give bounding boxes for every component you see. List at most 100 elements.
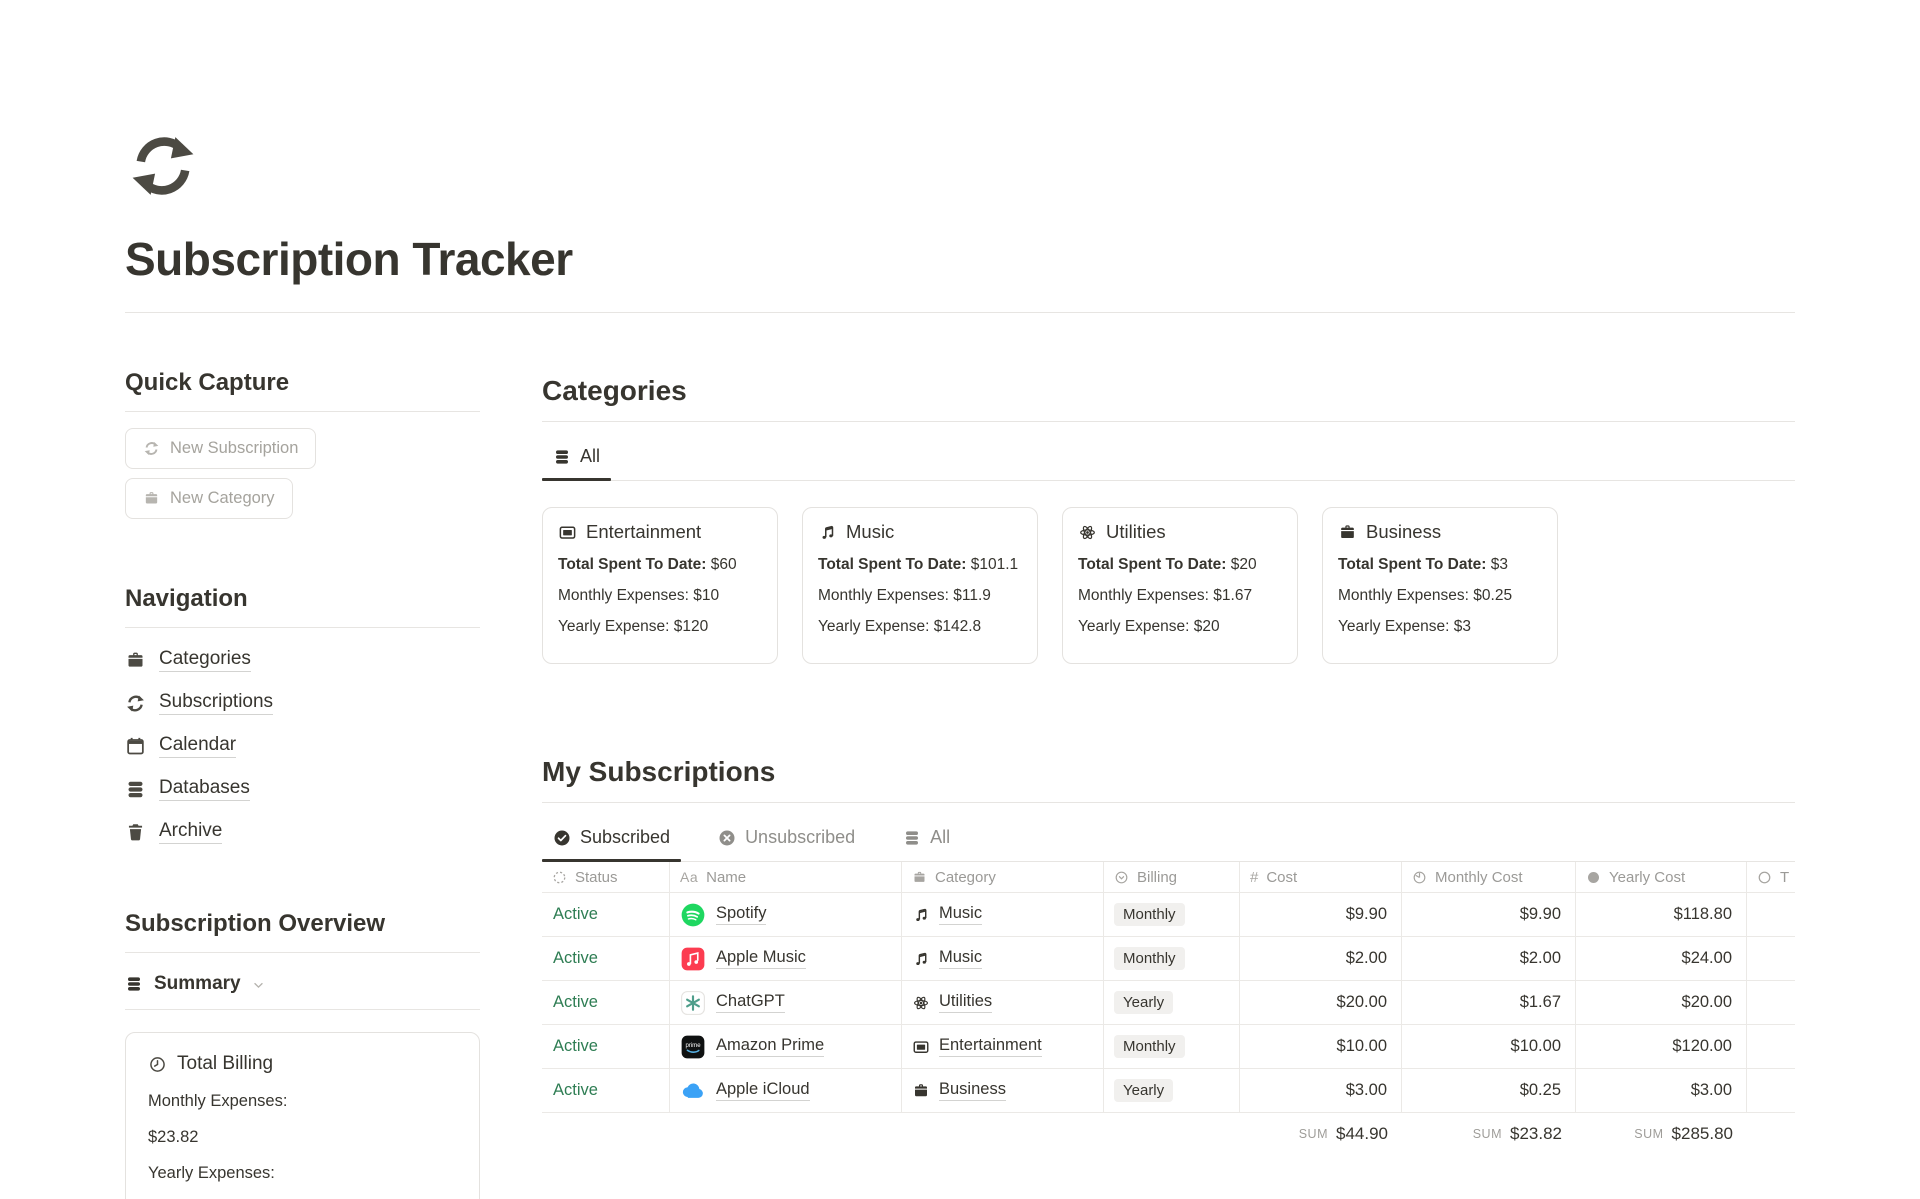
cost-sum[interactable]: SUM $44.90 — [1240, 1113, 1402, 1155]
billing-cell[interactable]: Yearly — [1104, 981, 1240, 1025]
sidebar-item-categories[interactable]: Categories — [125, 648, 480, 672]
subscription-name: Amazon Prime — [716, 1036, 824, 1057]
category-cell[interactable]: Utilities — [902, 981, 1104, 1025]
yearly-cost-cell[interactable]: $118.80 — [1576, 893, 1747, 937]
tab-label: Unsubscribed — [745, 827, 855, 848]
sidebar-item-archive[interactable]: Archive — [125, 820, 480, 844]
outline-circle-icon — [1757, 870, 1772, 885]
nav-label: Calendar — [159, 734, 236, 758]
yearly-cost-cell[interactable]: $20.00 — [1576, 981, 1747, 1025]
monthly-cost-cell[interactable]: $2.00 — [1402, 937, 1576, 981]
calendar-icon — [125, 736, 146, 757]
truncated-cell[interactable] — [1747, 1069, 1795, 1113]
column-header-monthly-cost[interactable]: Monthly Cost — [1402, 862, 1576, 893]
column-label: Name — [706, 869, 746, 886]
database-icon — [125, 779, 146, 800]
yearly-label: Yearly Expense: — [1338, 618, 1449, 635]
category-name: Business — [1366, 521, 1441, 543]
monthly-cost-cell[interactable]: $1.67 — [1402, 981, 1576, 1025]
truncated-cell[interactable] — [1747, 937, 1795, 981]
monthly-cost-cell[interactable]: $9.90 — [1402, 893, 1576, 937]
truncated-cell[interactable] — [1747, 893, 1795, 937]
music-icon — [912, 950, 930, 968]
nav-label: Archive — [159, 820, 222, 844]
category-card-business[interactable]: Business Total Spent To Date: $3 Monthly… — [1322, 507, 1558, 664]
nav-label: Databases — [159, 777, 250, 801]
status-cell[interactable]: Active — [542, 981, 670, 1025]
briefcase-icon — [912, 1082, 930, 1100]
truncated-cell[interactable] — [1747, 981, 1795, 1025]
column-header-status[interactable]: Status — [542, 862, 670, 893]
categories-heading: Categories — [542, 375, 1795, 407]
column-header-yearly-cost[interactable]: Yearly Cost — [1576, 862, 1747, 893]
subscription-name-cell[interactable]: Spotify — [670, 893, 902, 937]
tab-subscribed[interactable]: Subscribed — [542, 827, 681, 861]
billing-cell[interactable]: Monthly — [1104, 937, 1240, 981]
cost-cell[interactable]: $2.00 — [1240, 937, 1402, 981]
subscription-name-cell[interactable]: prime Amazon Prime — [670, 1025, 902, 1069]
category-card-music[interactable]: Music Total Spent To Date: $101.1 Monthl… — [802, 507, 1038, 664]
monthly-cost-cell[interactable]: $0.25 — [1402, 1069, 1576, 1113]
new-subscription-button[interactable]: New Subscription — [125, 428, 316, 469]
tab-all-categories[interactable]: All — [542, 446, 611, 480]
yearly-cost-sum[interactable]: SUM $285.80 — [1576, 1113, 1747, 1155]
category-cell[interactable]: Entertainment — [902, 1025, 1104, 1069]
yearly-cost-cell[interactable]: $24.00 — [1576, 937, 1747, 981]
sidebar-item-subscriptions[interactable]: Subscriptions — [125, 691, 480, 715]
sidebar-item-calendar[interactable]: Calendar — [125, 734, 480, 758]
monthly-value: $11.9 — [953, 587, 991, 604]
cost-cell[interactable]: $3.00 — [1240, 1069, 1402, 1113]
column-header-category[interactable]: Category — [902, 862, 1104, 893]
yearly-cost-cell[interactable]: $3.00 — [1576, 1069, 1747, 1113]
billing-cell[interactable]: Monthly — [1104, 1025, 1240, 1069]
monthly-expenses-value: $23.82 — [148, 1128, 457, 1147]
atom-icon — [912, 994, 930, 1012]
new-category-button[interactable]: New Category — [125, 478, 293, 519]
tab-label: All — [930, 827, 950, 848]
cost-cell[interactable]: $9.90 — [1240, 893, 1402, 937]
column-header-name[interactable]: Aa Name — [670, 862, 902, 893]
database-icon — [553, 448, 571, 466]
cost-cell[interactable]: $20.00 — [1240, 981, 1402, 1025]
refresh-icon — [143, 440, 160, 457]
truncated-cell[interactable] — [1747, 1025, 1795, 1069]
monthly-label: Monthly Expenses: — [1338, 587, 1469, 604]
monthly-value: $1.67 — [1213, 587, 1252, 604]
billing-cell[interactable]: Monthly — [1104, 893, 1240, 937]
status-cell[interactable]: Active — [542, 893, 670, 937]
cost-cell[interactable]: $10.00 — [1240, 1025, 1402, 1069]
column-header-cost[interactable]: # Cost — [1240, 862, 1402, 893]
subscription-name-cell[interactable]: ChatGPT — [670, 981, 902, 1025]
sum-label: SUM — [1634, 1127, 1663, 1141]
category-cell[interactable]: Music — [902, 937, 1104, 981]
subscription-overview-heading: Subscription Overview — [125, 910, 480, 938]
monthly-cost-sum[interactable]: SUM $23.82 — [1402, 1113, 1576, 1155]
category-card-utilities[interactable]: Utilities Total Spent To Date: $20 Month… — [1062, 507, 1298, 664]
subscription-name-cell[interactable]: Apple iCloud — [670, 1069, 902, 1113]
tab-all-subscriptions[interactable]: All — [892, 827, 961, 861]
summary-view-toggle[interactable]: Summary — [125, 973, 480, 1010]
tab-label: All — [580, 446, 600, 467]
category-name: Entertainment — [586, 521, 701, 543]
status-cell[interactable]: Active — [542, 1069, 670, 1113]
status-cell[interactable]: Active — [542, 1025, 670, 1069]
yearly-label: Yearly Expense: — [1078, 618, 1189, 635]
status-cell[interactable]: Active — [542, 937, 670, 981]
subscription-name-cell[interactable]: Apple Music — [670, 937, 902, 981]
nav-label: Subscriptions — [159, 691, 273, 715]
category-cell[interactable]: Business — [902, 1069, 1104, 1113]
clock-icon — [148, 1055, 167, 1074]
monthly-cost-cell[interactable]: $10.00 — [1402, 1025, 1576, 1069]
category-cell[interactable]: Music — [902, 893, 1104, 937]
sum-spacer — [902, 1113, 1104, 1155]
quick-capture-heading: Quick Capture — [125, 369, 480, 397]
billing-cell[interactable]: Yearly — [1104, 1069, 1240, 1113]
tab-unsubscribed[interactable]: Unsubscribed — [707, 827, 866, 861]
sidebar-item-databases[interactable]: Databases — [125, 777, 480, 801]
category-card-entertainment[interactable]: Entertainment Total Spent To Date: $60 M… — [542, 507, 778, 664]
column-header-billing[interactable]: Billing — [1104, 862, 1240, 893]
icloud-logo — [680, 1078, 706, 1104]
yearly-cost-cell[interactable]: $120.00 — [1576, 1025, 1747, 1069]
music-icon — [912, 906, 930, 924]
column-header-truncated[interactable]: T — [1747, 862, 1795, 893]
